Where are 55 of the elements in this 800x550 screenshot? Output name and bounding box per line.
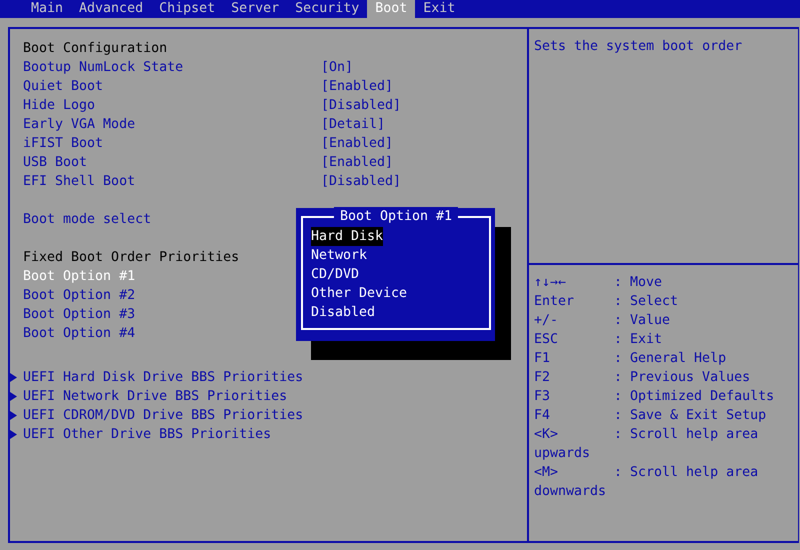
menu-item[interactable]: UEFI Other Drive BBS Priorities [23,427,321,442]
key-name: ↑↓→← [534,274,568,292]
key-action: downwards [534,483,606,501]
setting-value[interactable]: [Enabled] [321,136,394,151]
menu-item[interactable]: iFIST Boot [23,136,321,151]
popup-title: Boot Option #1 [334,207,458,226]
menu-tab[interactable]: Chipset [151,0,224,18]
key-action: : Move [614,275,662,290]
menu-tab[interactable]: Main [23,0,72,18]
key-action: : Value [614,313,670,328]
menu-item[interactable]: UEFI Network Drive BBS Priorities [23,389,321,404]
key-name: F4 [534,407,552,425]
key-name: +/- [534,312,560,330]
key-action: : General Help [614,351,726,366]
menu-item[interactable]: EFI Shell Boot [23,174,321,189]
menu-item[interactable]: USB Boot [23,155,321,170]
menu-item[interactable]: UEFI Hard Disk Drive BBS Priorities [23,370,321,385]
setting-value[interactable]: [Disabled] [321,98,402,113]
key-name: <K> [534,426,560,444]
key-action: : Previous Values [614,370,750,385]
menu-tab[interactable]: Exit [415,0,464,18]
menu-item[interactable]: Hide Logo [23,98,321,113]
menu-item[interactable]: Quiet Boot [23,79,321,94]
key-action: : Select [614,294,678,309]
popup-option[interactable]: Hard Disk [311,227,384,246]
menu-item[interactable]: Bootup NumLock State [23,60,321,75]
key-action: upwards [534,445,590,463]
setting-value[interactable]: [Disabled] [321,174,402,189]
key-name: ESC [534,331,560,349]
menu-tab[interactable]: Server [223,0,288,18]
key-name: F1 [534,350,552,368]
menu-tab[interactable]: Security [287,0,368,18]
popup-option[interactable]: Network [311,246,368,265]
key-name: F3 [534,388,552,406]
key-name: Enter [534,293,576,311]
popup-option[interactable]: CD/DVD [311,265,360,284]
menu-item[interactable]: Early VGA Mode [23,117,321,132]
popup-option[interactable]: Other Device [311,284,408,303]
key-action: : Exit [614,332,662,347]
key-action: : Scroll help area [614,465,758,480]
menu-tab[interactable]: Advanced [71,0,152,18]
popup-option[interactable]: Disabled [311,303,376,322]
key-name: <M> [534,464,560,482]
key-name: F2 [534,369,552,387]
help-text: Sets the system boot order [534,39,742,54]
setting-value[interactable]: [Detail] [321,117,386,132]
menu-item[interactable]: UEFI CDROM/DVD Drive BBS Priorities [23,408,321,423]
setting-value[interactable]: [On] [321,60,354,75]
menu-tab[interactable]: Boot [367,0,416,18]
section-heading: Boot Configuration [23,41,168,56]
key-action: : Optimized Defaults [614,389,774,404]
key-action: : Save & Exit Setup [614,408,766,423]
key-action: : Scroll help area [614,427,758,442]
setting-value[interactable]: [Enabled] [321,79,394,94]
setting-value[interactable]: [Enabled] [321,155,394,170]
